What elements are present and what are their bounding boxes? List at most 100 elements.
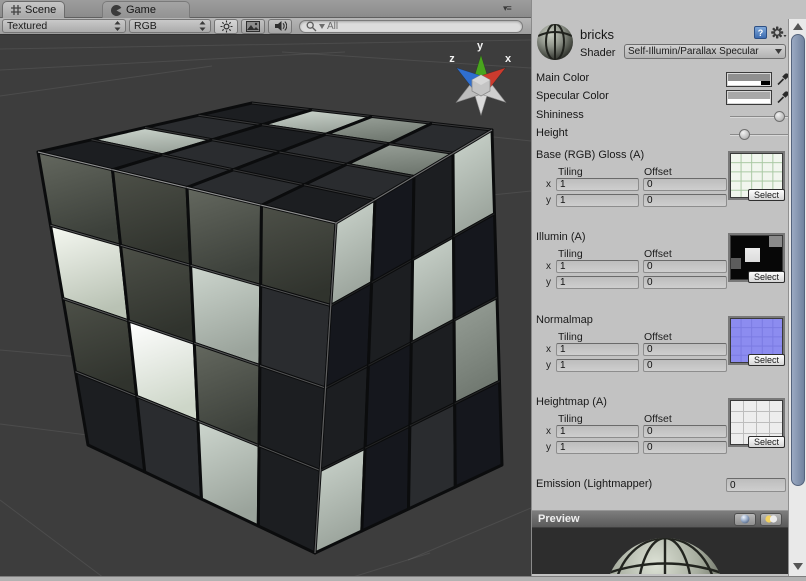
- color-mode-value: RGB: [134, 20, 157, 32]
- shader-dropdown[interactable]: Self-Illumin/Parallax Specular: [624, 44, 786, 59]
- emission-field[interactable]: [726, 478, 786, 492]
- offset-y-field[interactable]: [643, 194, 727, 207]
- search-input[interactable]: All: [299, 20, 523, 33]
- scrollbar-thumb[interactable]: [791, 34, 805, 486]
- gear-icon[interactable]: [771, 26, 787, 39]
- game-icon: [111, 5, 122, 16]
- offset-x-field[interactable]: [643, 343, 727, 356]
- offset-y-field[interactable]: [643, 276, 727, 289]
- x-axis-label: x: [546, 179, 551, 190]
- offset-y-field[interactable]: [643, 359, 727, 372]
- sphere-icon: [740, 514, 750, 524]
- preview-render-area[interactable]: [532, 528, 788, 574]
- y-axis-label: y: [546, 277, 551, 288]
- height-slider[interactable]: [730, 134, 790, 136]
- tiling-y-field[interactable]: [556, 276, 639, 289]
- preview-header[interactable]: Preview: [532, 510, 788, 528]
- texture-section: Illumin (A)SelectTilingOffsetxy: [536, 231, 786, 311]
- search-scope-text: All: [327, 21, 338, 32]
- tiling-header: Tiling: [558, 331, 583, 343]
- texture-select-button[interactable]: Select: [748, 436, 785, 448]
- speaker-icon: [274, 20, 287, 32]
- lights-icon: [764, 514, 778, 524]
- shininess-row: Shininess: [536, 109, 784, 125]
- scroll-up-arrow[interactable]: [793, 23, 803, 30]
- texture-section: Base (RGB) Gloss (A)SelectTilingOffsetxy: [536, 149, 786, 229]
- texture-thumbnail[interactable]: Select: [728, 233, 785, 282]
- height-row: Height: [536, 127, 784, 143]
- y-axis-label: y: [546, 195, 551, 206]
- texture-section: Heightmap (A)SelectTilingOffsetxy: [536, 396, 786, 476]
- tab-scene[interactable]: Scene: [2, 1, 65, 18]
- image-icon: [246, 21, 260, 32]
- texture-select-button[interactable]: Select: [748, 271, 785, 283]
- scene-panel-menu-icon[interactable]: ▾≡: [503, 3, 511, 14]
- texture-thumbnail[interactable]: Select: [728, 398, 785, 447]
- inspector-body: bricks Shader Self-Illumin/Parallax Spec…: [532, 18, 788, 510]
- tiling-x-field[interactable]: [556, 178, 639, 191]
- texture-thumbnail[interactable]: Select: [728, 316, 785, 365]
- offset-x-field[interactable]: [643, 178, 727, 191]
- main-color-label: Main Color: [536, 72, 589, 84]
- scroll-down-arrow[interactable]: [793, 563, 803, 570]
- window-resize-edge: [0, 576, 806, 581]
- tiling-x-field[interactable]: [556, 260, 639, 273]
- x-axis-label: x: [546, 426, 551, 437]
- inspector-scrollbar[interactable]: [788, 19, 806, 576]
- gizmo-z-axis[interactable]: z: [449, 53, 455, 65]
- shininess-label: Shininess: [536, 109, 584, 121]
- texture-select-button[interactable]: Select: [748, 354, 785, 366]
- offset-x-field[interactable]: [643, 425, 727, 438]
- offset-header: Offset: [644, 331, 672, 343]
- offset-y-field[interactable]: [643, 441, 727, 454]
- material-name: bricks: [580, 27, 614, 42]
- emission-label: Emission (Lightmapper): [536, 478, 652, 490]
- texture-thumbnail[interactable]: Select: [728, 151, 785, 200]
- gizmo-x-axis[interactable]: x: [505, 53, 512, 65]
- shininess-slider[interactable]: [730, 116, 790, 118]
- preview-lighting-button[interactable]: [760, 513, 782, 526]
- tiling-y-field[interactable]: [556, 194, 639, 207]
- tab-scene-label: Scene: [25, 4, 56, 16]
- main-color-row: Main Color: [536, 72, 784, 88]
- preview-shape-button[interactable]: [734, 513, 756, 526]
- texture-section: NormalmapSelectTilingOffsetxy: [536, 314, 786, 394]
- skybox-toggle-button[interactable]: [241, 19, 265, 34]
- scene-toolbar: Textured RGB All: [0, 18, 531, 35]
- y-axis-label: y: [546, 360, 551, 371]
- dropdown-arrows-icon: [114, 21, 121, 31]
- color-mode-dropdown[interactable]: RGB: [129, 19, 211, 33]
- render-mode-value: Textured: [7, 20, 47, 32]
- render-mode-dropdown[interactable]: Textured: [2, 19, 126, 33]
- specular-color-row: Specular Color: [536, 90, 784, 106]
- sun-icon: [220, 20, 233, 33]
- shader-label: Shader: [580, 47, 615, 59]
- tiling-x-field[interactable]: [556, 425, 639, 438]
- offset-x-field[interactable]: [643, 260, 727, 273]
- height-slider-knob[interactable]: [739, 129, 750, 140]
- tab-game[interactable]: Game: [102, 1, 190, 18]
- tiling-y-field[interactable]: [556, 441, 639, 454]
- inspector-panel: Inspector ▾≡ brick: [531, 0, 806, 581]
- gizmo-y-axis[interactable]: y: [477, 40, 484, 52]
- shader-value: Self-Illumin/Parallax Specular: [628, 46, 775, 57]
- audio-toggle-button[interactable]: [268, 19, 292, 34]
- scene-3d-render: y x z: [0, 35, 531, 576]
- tiling-header: Tiling: [558, 248, 583, 260]
- scene-tabbar: Scene Game ▾≡: [0, 0, 531, 18]
- specular-color-swatch[interactable]: [726, 90, 772, 105]
- shininess-slider-knob[interactable]: [774, 111, 785, 122]
- texture-select-button[interactable]: Select: [748, 189, 785, 201]
- tiling-y-field[interactable]: [556, 359, 639, 372]
- offset-header: Offset: [644, 248, 672, 260]
- preview-sphere: [532, 528, 788, 574]
- x-axis-label: x: [546, 261, 551, 272]
- preview-section: Preview: [532, 510, 788, 576]
- scene-viewport[interactable]: y x z: [0, 35, 531, 576]
- lighting-toggle-button[interactable]: [214, 19, 238, 34]
- help-icon[interactable]: ?: [754, 26, 767, 39]
- main-color-swatch[interactable]: [726, 72, 772, 87]
- y-axis-label: y: [546, 442, 551, 453]
- search-icon: [306, 21, 317, 32]
- tiling-x-field[interactable]: [556, 343, 639, 356]
